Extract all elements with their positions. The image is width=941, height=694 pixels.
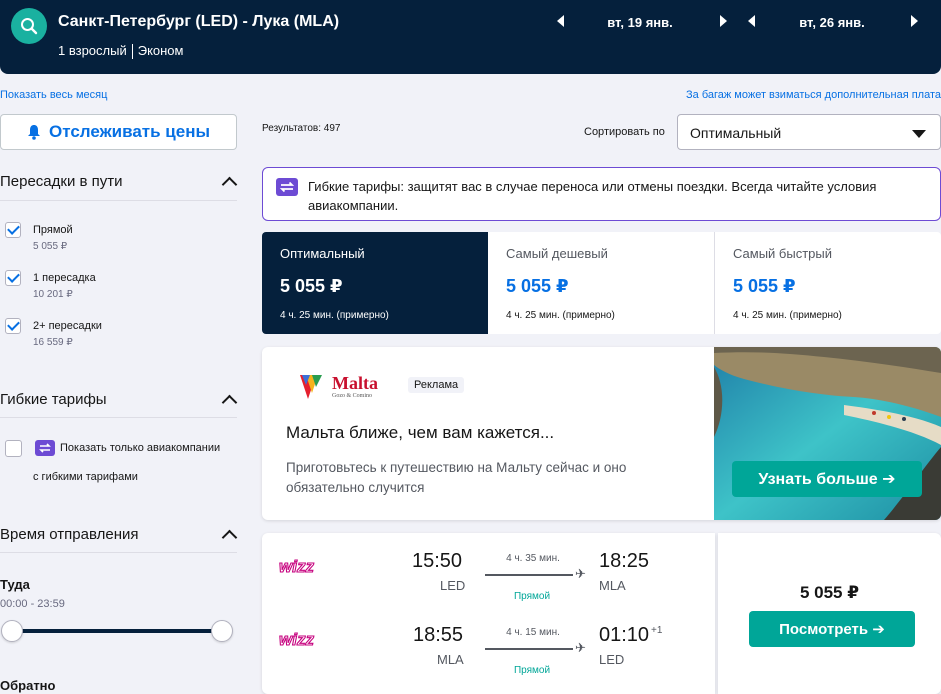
sort-select[interactable]: Оптимальный [677,114,941,150]
stops-two-plus-price: 16 559 ₽ [33,337,73,348]
next-depart-date-icon[interactable] [720,15,730,29]
flex-filter-title: Гибкие тарифы [0,391,107,408]
leg1-route-line [485,574,573,576]
plane-icon: ✈ [575,566,586,581]
route-summary[interactable]: Санкт-Петербург (LED) - Лука (MLA) [58,13,339,31]
divider [0,417,237,418]
cabin-label: Эконом [137,43,184,58]
passengers-label: 1 взрослый [58,43,127,58]
slider-min-handle[interactable] [1,620,23,642]
tab-price: 5 055 ₽ [280,276,343,296]
leg2-dep-time: 18:55 [413,624,464,646]
track-prices-label: Отслеживать цены [49,122,210,141]
tab-duration: 4 ч. 25 мин. (примерно) [280,310,389,321]
ad-title: Мальта ближе, чем вам кажется... [286,423,555,442]
show-whole-month-link[interactable]: Показать весь месяц [0,89,107,101]
collapse-flex-chevron-icon[interactable] [221,394,238,411]
divider [0,552,237,553]
outbound-time-slider[interactable] [12,629,222,633]
tab-duration: 4 ч. 25 мин. (примерно) [506,310,615,321]
wizz-air-logo: wizz [278,555,329,582]
bell-icon [28,125,41,140]
flex-option-line2: с гибкими тарифами [33,471,138,483]
leg2-stops: Прямой [513,665,551,676]
departure-time-title: Время отправления [0,526,139,543]
stops-one-checkbox[interactable] [5,270,21,286]
flex-tariff-icon [276,178,298,201]
flex-tariff-notice: Гибкие тарифы: защитят вас в случае пере… [262,167,941,221]
stops-direct-price: 5 055 ₽ [33,241,68,252]
flex-tariff-icon [35,440,55,461]
outbound-label: Туда [0,577,30,592]
leg2-day-offset: +1 [651,625,663,636]
leg2-arr-time: 01:10 [599,624,650,646]
search-header [0,0,941,74]
tab-duration: 4 ч. 25 мин. (примерно) [733,310,842,321]
baggage-fee-link[interactable]: За багаж может взиматься дополнительная … [686,89,941,101]
ad-subtitle: Приготовьтесь к путешествию на Мальту се… [286,460,627,495]
flight-price: 5 055 ₽ [799,583,860,602]
tab-cheapest[interactable]: Самый дешевый 5 055 ₽ 4 ч. 25 мин. (прим… [488,232,714,334]
divider [0,200,237,201]
leg1-arr-airport: MLA [599,578,626,593]
leg1-duration: 4 ч. 35 мин. [506,553,560,564]
learn-more-button[interactable]: Узнать больше ➔ [732,461,922,497]
wizz-air-logo: wizz [278,628,329,655]
tab-name: Оптимальный [280,246,365,261]
airline-name: wizz [279,630,314,649]
next-return-date-icon[interactable] [911,15,921,29]
tab-name: Самый дешевый [506,246,608,261]
slider-max-handle[interactable] [211,620,233,642]
caret-down-icon [912,130,926,138]
stops-two-plus-checkbox[interactable] [5,318,21,334]
flex-option-line1: Показать только авиакомпании [60,442,221,454]
tab-price: 5 055 ₽ [506,276,569,296]
flex-only-checkbox[interactable] [5,440,22,457]
tab-optimal[interactable]: Оптимальный 5 055 ₽ 4 ч. 25 мин. (пример… [262,232,488,334]
prev-depart-date-icon[interactable] [557,15,567,29]
tab-price: 5 055 ₽ [733,276,796,296]
plane-icon: ✈ [575,640,586,655]
search-icon[interactable] [11,8,47,44]
results-count: Результатов: 497 [262,123,341,134]
leg2-route-line [485,648,573,650]
stops-one-price: 10 201 ₽ [33,289,73,300]
collapse-time-chevron-icon[interactable] [221,529,238,546]
return-label: Обратно [0,678,56,693]
sort-tabs: Оптимальный 5 055 ₽ 4 ч. 25 мин. (пример… [262,232,941,334]
tab-fastest[interactable]: Самый быстрый 5 055 ₽ 4 ч. 25 мин. (прим… [715,232,941,334]
track-prices-button[interactable]: Отслеживать цены [0,114,237,150]
sort-label: Сортировать по [584,126,665,138]
passenger-cabin-summary[interactable]: 1 взрослый Эконом [58,43,184,60]
leg1-arr-time: 18:25 [599,550,650,572]
outbound-time-range: 00:00 - 23:59 [0,598,65,610]
stops-direct-checkbox[interactable] [5,222,21,238]
stops-two-plus-label: 2+ пересадки [33,320,102,332]
view-deal-button[interactable]: Посмотреть ➔ [749,611,915,647]
leg1-dep-time: 15:50 [412,550,463,572]
leg2-dep-airport: MLA [437,652,464,667]
leg1-stops: Прямой [513,591,551,602]
tab-name: Самый быстрый [733,246,832,261]
airline-name: wizz [279,557,314,576]
flex-notice-text: Гибкие тарифы: защитят вас в случае пере… [308,179,877,213]
leg2-arr-airport: LED [599,652,625,667]
ad-brand-name: Malta [332,373,378,393]
leg1-dep-airport: LED [440,578,466,593]
collapse-stops-chevron-icon[interactable] [221,176,238,193]
malta-ad-card[interactable]: Malta Gozo & Comino Реклама Мальта ближе… [262,347,941,520]
prev-return-date-icon[interactable] [748,15,758,29]
stops-filter-title: Пересадки в пути [0,173,123,190]
ad-brand-subtitle: Gozo & Comino [332,393,372,399]
stops-direct-label: Прямой [33,224,73,236]
depart-date[interactable]: вт, 19 янв. [580,15,700,30]
sort-value: Оптимальный [690,125,782,141]
return-date[interactable]: вт, 26 янв. [772,15,892,30]
leg2-duration: 4 ч. 15 мин. [506,627,560,638]
ad-badge: Реклама [408,377,465,393]
stops-one-label: 1 пересадка [33,272,96,284]
